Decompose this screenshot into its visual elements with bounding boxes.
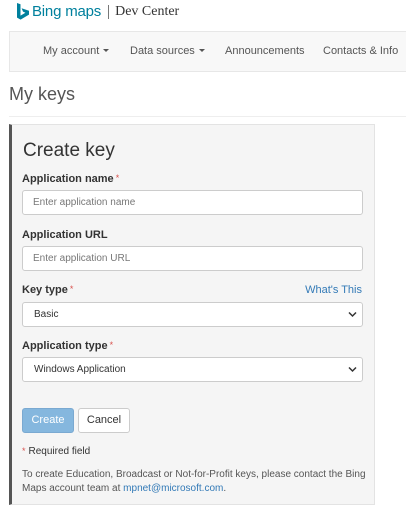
key-type-selected: Basic bbox=[34, 309, 59, 320]
required-marker: * bbox=[22, 446, 26, 456]
key-type-label: Key type * bbox=[22, 284, 73, 296]
app-type-select[interactable]: Windows Application bbox=[22, 357, 363, 382]
create-button[interactable]: Create bbox=[22, 408, 74, 433]
nav-announcements[interactable]: Announcements bbox=[225, 32, 305, 71]
required-marker: * bbox=[109, 340, 114, 350]
nav-contacts-info[interactable]: Contacts & Info bbox=[323, 32, 398, 71]
main-navbar: My account Data sources Announcements Co… bbox=[9, 31, 406, 72]
nav-contacts-info-label: Contacts & Info bbox=[323, 45, 399, 57]
caret-down-icon bbox=[103, 48, 110, 52]
bing-logo-icon bbox=[17, 3, 29, 20]
app-url-input[interactable] bbox=[22, 246, 363, 271]
whats-this-link[interactable]: What's This bbox=[305, 284, 362, 296]
app-url-label: Application URL bbox=[22, 229, 108, 241]
site-header: Bing maps Dev Center bbox=[0, 0, 406, 26]
product-name: Dev Center bbox=[115, 3, 180, 19]
app-type-selected: Windows Application bbox=[34, 364, 126, 375]
app-name-label: Application name * bbox=[22, 173, 119, 185]
caret-down-icon bbox=[198, 48, 205, 52]
nav-data-sources[interactable]: Data sources bbox=[130, 32, 205, 71]
nav-announcements-label: Announcements bbox=[225, 45, 305, 57]
app-type-label-text: Application type bbox=[22, 340, 108, 352]
app-type-label: Application type * bbox=[22, 340, 113, 352]
panel-title: Create key bbox=[23, 140, 115, 161]
create-key-panel: Create key Application name* Application… bbox=[9, 124, 375, 505]
logo-divider bbox=[108, 4, 110, 19]
contact-info-text: To create Education, Broadcast or Not-fo… bbox=[22, 468, 372, 496]
nav-my-account-label: My account bbox=[43, 45, 100, 57]
chevron-down-icon bbox=[348, 366, 357, 373]
required-marker: * bbox=[115, 173, 120, 183]
bing-maps-logo[interactable]: Bing maps Dev Center bbox=[16, 3, 179, 20]
key-type-label-text: Key type bbox=[22, 284, 68, 296]
nav-my-account[interactable]: My account bbox=[43, 32, 110, 71]
required-field-note: * Required field bbox=[22, 446, 90, 457]
key-type-select[interactable]: Basic bbox=[22, 302, 363, 327]
title-divider bbox=[9, 116, 406, 117]
required-note-text: Required field bbox=[28, 446, 91, 457]
cancel-button[interactable]: Cancel bbox=[78, 408, 130, 433]
required-marker: * bbox=[69, 284, 74, 294]
chevron-down-icon bbox=[348, 311, 357, 318]
contact-info-suffix: . bbox=[223, 483, 227, 494]
brand-name: Bing maps bbox=[32, 3, 102, 20]
app-name-label-text: Application name bbox=[22, 173, 114, 185]
nav-data-sources-label: Data sources bbox=[130, 45, 195, 57]
contact-email-link[interactable]: mpnet@microsoft.com bbox=[123, 483, 223, 494]
app-name-input[interactable] bbox=[22, 190, 363, 215]
page-title: My keys bbox=[9, 84, 76, 104]
